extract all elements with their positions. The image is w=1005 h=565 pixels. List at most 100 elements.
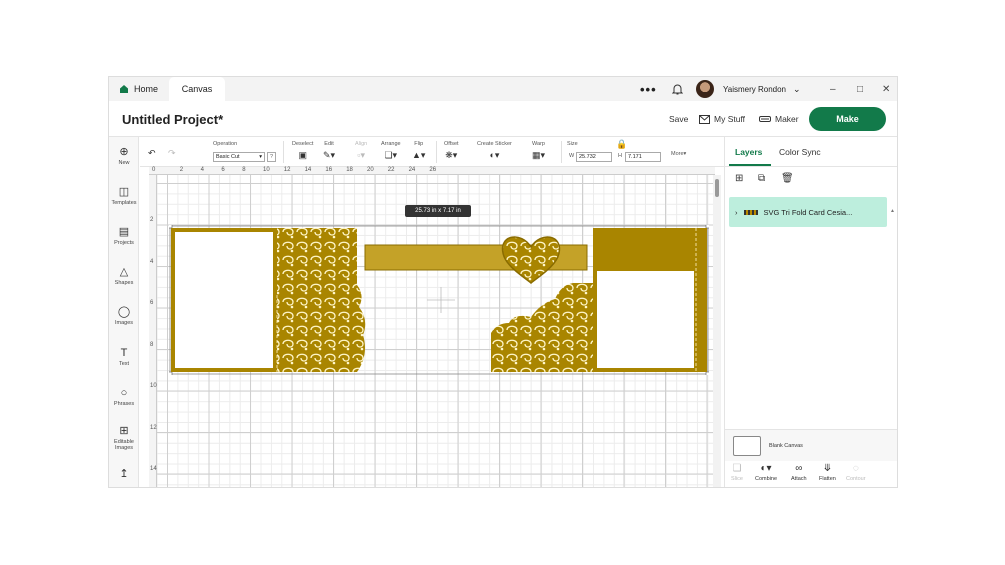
cricut-design-space-window: Home Canvas ••• Yaismery Rondon ⌄ – □ ✕ … <box>108 76 898 488</box>
offset-button[interactable]: Offset ❋▾ <box>444 141 459 161</box>
maximize-button[interactable]: □ <box>857 77 863 101</box>
slice-button[interactable]: ❏ Slice <box>731 463 743 482</box>
width-input[interactable]: 25.732 <box>576 152 612 162</box>
tri-fold-card-design[interactable] <box>169 225 709 375</box>
ruler-tick-label: 20 <box>367 167 374 173</box>
height-input[interactable]: 7.171 <box>625 152 661 162</box>
selection-handle <box>169 225 173 229</box>
group-icon[interactable]: ⊞ <box>735 173 743 184</box>
edit-toolbar: ↶ ↷ Operation Basic Cut ▾ ? Deselect ▣ Edi… <box>140 137 724 167</box>
minimize-button[interactable]: – <box>830 77 836 101</box>
left-sidebar: ⊕ New ◫ Templates ▤ Projects △ Shapes ◯ Image… <box>109 137 139 487</box>
project-title: Untitled Project* <box>122 112 224 127</box>
contour-button[interactable]: ◌ Contour <box>846 463 866 482</box>
make-button[interactable]: Make <box>809 107 886 131</box>
tab-canvas[interactable]: Canvas <box>169 77 225 101</box>
tab-color-sync[interactable]: Color Sync <box>779 147 821 157</box>
sidebar-item-images[interactable]: ◯ Images <box>109 305 139 326</box>
redo-icon: ↷ <box>168 148 176 158</box>
chevron-right-icon[interactable]: › <box>735 208 738 217</box>
right-panel-window <box>597 271 694 368</box>
sidebar-item-editable-images[interactable]: ⊞ Editable Images <box>109 424 139 451</box>
selection-handle <box>169 371 173 375</box>
sidebar-item-upload[interactable]: ↥ <box>109 467 139 482</box>
chevron-down-icon[interactable]: ⌄ <box>793 77 801 101</box>
avatar[interactable] <box>696 80 714 98</box>
ruler-tick-label: 0 <box>152 167 156 173</box>
arrange-button[interactable]: Arrange ❏▾ <box>381 141 401 161</box>
ruler-tick-label: 14 <box>304 167 312 173</box>
tab-home[interactable]: Home <box>115 77 175 101</box>
project-bar: Untitled Project* Save My Stuff Maker Ma… <box>109 101 897 137</box>
warp-button[interactable]: Warp ▦▾ <box>532 141 545 161</box>
operation-label: Operation <box>213 141 238 147</box>
flip-button[interactable]: Flip ▲▾ <box>412 141 425 161</box>
warp-icon: ▦▾ <box>532 150 546 160</box>
plus-circle-icon: ⊕ <box>119 146 129 158</box>
height-label: H <box>618 153 622 159</box>
deselect-button[interactable]: Deselect ▣ <box>292 141 313 161</box>
align-icon: ▫▾ <box>357 150 365 160</box>
blank-canvas-row[interactable]: Blank Canvas <box>725 429 897 461</box>
maker-button[interactable]: Maker <box>759 114 799 124</box>
ruler-tick-label: 2 <box>179 167 184 173</box>
speech-bubble-icon: ○ <box>120 387 128 399</box>
flatten-button[interactable]: ⤋ Flatten <box>819 463 836 482</box>
ruler-tick-label: 10 <box>150 383 157 389</box>
combine-button[interactable]: ◐▾ Combine <box>755 463 777 482</box>
size-label: Size <box>567 141 578 147</box>
flip-icon: ▲▾ <box>412 150 426 160</box>
create-sticker-button[interactable]: Create Sticker ◐▾ <box>477 141 512 161</box>
trash-icon[interactable]: 🗑 <box>781 173 794 184</box>
ruler-tick-label: 12 <box>150 424 157 431</box>
layer-row[interactable]: › SVG Tri Fold Card Cesia... <box>729 197 887 227</box>
layers-panel: Layers Color Sync ⊞ ⧉ 🗑 › SVG Tri Fold C… <box>724 137 897 487</box>
save-label: Save <box>669 114 689 124</box>
my-stuff-button[interactable]: My Stuff <box>699 114 745 124</box>
ruler-tick-label: 6 <box>150 300 154 306</box>
undo-button[interactable]: ↶ <box>148 145 156 159</box>
user-name[interactable]: Yaismery Rondon <box>723 77 786 101</box>
sidebar-item-shapes[interactable]: △ Shapes <box>109 265 139 286</box>
canvas-scroll-thumb[interactable] <box>715 179 719 197</box>
sticker-icon: ◐▾ <box>489 150 500 160</box>
ruler-tick-label: 10 <box>263 167 270 173</box>
ruler-tick-label: 12 <box>283 167 291 173</box>
ruler-tick-label: 8 <box>242 167 246 173</box>
slice-icon: ❏ <box>732 463 742 474</box>
blank-canvas-swatch[interactable] <box>733 436 761 456</box>
width-label: W <box>569 153 575 159</box>
align-button[interactable]: Align ▫▾ <box>355 141 367 161</box>
ruler-tick-label: 18 <box>346 167 353 173</box>
sidebar-item-new[interactable]: ⊕ New <box>109 145 139 166</box>
my-stuff-label: My Stuff <box>714 114 746 124</box>
save-button[interactable]: Save <box>669 114 688 124</box>
help-icon[interactable]: ? <box>267 152 276 162</box>
sidebar-item-phrases[interactable]: ○ Phrases <box>109 387 139 407</box>
attach-button[interactable]: ∞ Attach <box>791 463 807 482</box>
layer-name: SVG Tri Fold Card Cesia... <box>763 207 853 217</box>
more-button[interactable]: More▾ <box>671 151 686 157</box>
redo-button[interactable]: ↷ <box>168 145 176 159</box>
contour-icon: ◌ <box>852 463 859 474</box>
canvas-scrollbar[interactable] <box>713 175 721 487</box>
operation-select[interactable]: Basic Cut ▾ <box>213 152 265 162</box>
lock-icon[interactable]: 🔒 <box>616 139 627 150</box>
sidebar-item-projects[interactable]: ▤ Projects <box>109 225 139 246</box>
more-menu-button[interactable]: ••• <box>640 77 657 101</box>
title-bar: Home Canvas ••• Yaismery Rondon ⌄ – □ ✕ <box>109 77 897 101</box>
edit-button[interactable]: Edit ✎▾ <box>323 141 335 161</box>
arrange-icon: ❏▾ <box>384 150 398 160</box>
close-button[interactable]: ✕ <box>882 77 890 101</box>
machine-icon <box>759 116 771 122</box>
sidebar-item-templates[interactable]: ◫ Templates <box>109 185 139 206</box>
duplicate-icon[interactable]: ⧉ <box>758 173 765 184</box>
tab-layers[interactable]: Layers <box>735 147 762 157</box>
toolbar-divider <box>283 141 284 163</box>
heart-ornament <box>501 236 561 284</box>
sidebar-item-text[interactable]: T Text <box>109 347 139 367</box>
notifications-bell-icon[interactable] <box>672 77 683 101</box>
panel-divider <box>725 166 897 167</box>
chevron-down-icon: ▾ <box>259 154 262 160</box>
panel-scrollbar[interactable]: ▲ <box>890 199 896 429</box>
